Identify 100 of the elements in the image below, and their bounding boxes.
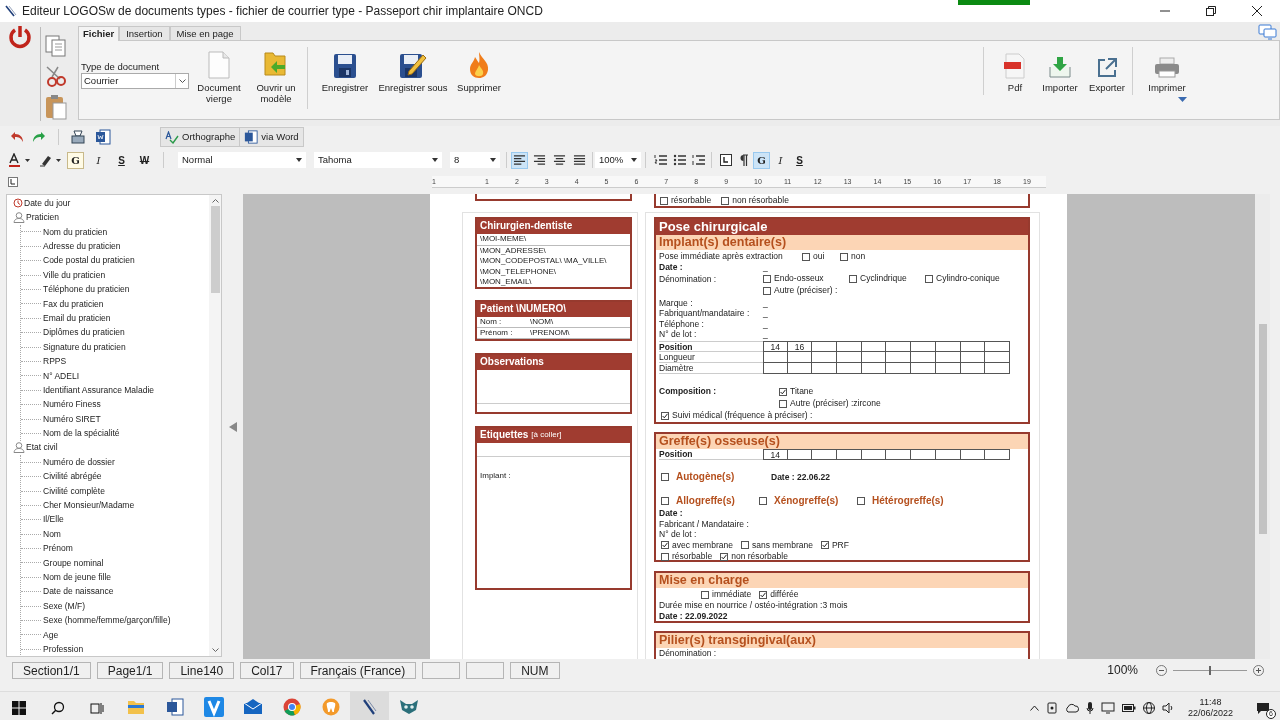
tree-item[interactable]: Sexe (M/F) <box>43 599 86 613</box>
power-icon[interactable] <box>8 25 32 49</box>
tree-item[interactable]: Numéro Finess <box>43 398 101 412</box>
redo-icon[interactable] <box>32 131 46 143</box>
mask-icon[interactable] <box>398 699 419 715</box>
tree-item[interactable]: Profession <box>43 642 84 656</box>
pilcrow-icon[interactable] <box>739 154 748 166</box>
checkbox[interactable] <box>849 274 857 283</box>
bullet-list-icon[interactable] <box>673 154 686 166</box>
checkbox[interactable] <box>759 497 767 505</box>
ribbon-button[interactable]: Importer <box>1038 41 1082 93</box>
folder-icon[interactable] <box>126 699 145 715</box>
alignment-button[interactable] <box>511 151 528 169</box>
scrollbar[interactable] <box>209 195 221 656</box>
tree-item[interactable]: Cher Monsieur/Madame <box>43 499 135 512</box>
scrollbar-thumb[interactable] <box>1258 324 1267 534</box>
search-icon[interactable] <box>50 701 65 715</box>
tree-item[interactable]: Il/Elle <box>43 513 64 527</box>
task-view-icon[interactable] <box>89 701 104 715</box>
tree-item[interactable]: Date du jour <box>7 196 209 211</box>
multilevel-list-icon[interactable] <box>692 154 705 166</box>
format-button[interactable]: G <box>67 151 84 169</box>
style-select[interactable]: Normal <box>178 152 306 168</box>
tree-item[interactable]: Date de naissance <box>43 585 114 599</box>
checkbox[interactable] <box>820 541 829 549</box>
dropdown-caret-icon[interactable] <box>25 158 30 162</box>
envelope-icon[interactable] <box>242 699 263 715</box>
checkbox[interactable] <box>661 497 669 505</box>
checkbox[interactable] <box>763 274 771 283</box>
ribbon-button[interactable]: Document vierge <box>195 41 243 104</box>
font-select[interactable]: Tahoma <box>314 152 442 168</box>
checkbox[interactable] <box>779 387 787 396</box>
tree-item[interactable]: Civilité abrégée <box>43 470 102 483</box>
checkbox[interactable] <box>840 252 848 261</box>
tree-item[interactable]: Fax du praticien <box>43 297 104 311</box>
tree-item[interactable]: Numéro de dossier <box>43 455 115 469</box>
scrollbar-thumb[interactable] <box>210 206 220 293</box>
ribbon-tab[interactable]: Mise en page <box>169 26 241 40</box>
format-button[interactable]: I <box>772 151 789 169</box>
checkbox[interactable] <box>759 590 768 599</box>
tree-item[interactable]: Age <box>43 628 59 642</box>
tree-item[interactable]: Civilité complète <box>43 484 105 498</box>
tree-item[interactable]: Téléphone du praticien <box>43 283 130 296</box>
tree-item[interactable]: RPPS <box>43 355 67 368</box>
format-button[interactable]: S <box>791 151 808 169</box>
scissors-icon[interactable] <box>44 65 68 87</box>
zoom-in-icon[interactable] <box>1253 664 1264 676</box>
tree-item[interactable]: Code postal du praticien <box>43 254 135 268</box>
chevron-tile-icon[interactable] <box>203 697 224 717</box>
checkbox[interactable] <box>925 274 933 283</box>
windows-start-icon[interactable] <box>12 701 26 715</box>
tree-item[interactable]: Adresse du praticien <box>43 240 121 253</box>
tree-item[interactable]: Signature du praticien <box>43 340 126 354</box>
slash-logo-icon[interactable] <box>361 699 378 715</box>
spell-check-button[interactable]: Orthographe <box>161 128 241 146</box>
microphone-icon[interactable] <box>1085 702 1094 714</box>
numbered-list-icon[interactable] <box>654 154 667 166</box>
font-color-icon[interactable] <box>8 153 22 167</box>
tree-item[interactable]: Nom de jeune fille <box>43 570 112 584</box>
document-type-select[interactable]: Courrier <box>81 73 189 89</box>
ribbon-button[interactable]: Ouvrir un modèle <box>251 41 301 104</box>
ribbon-button[interactable]: Imprimer <box>1145 41 1189 102</box>
ribbon-tab[interactable]: Fichier <box>78 26 120 41</box>
tree-item[interactable]: Etat civil <box>7 440 209 456</box>
tree-item[interactable]: Nom <box>43 527 61 541</box>
clock[interactable]: 11:48 22/06/2022 <box>1187 697 1233 719</box>
ribbon-button[interactable]: Enregistrer <box>320 41 370 93</box>
checkbox[interactable] <box>857 497 865 505</box>
tree-item[interactable]: Nom de la spécialité <box>43 427 120 440</box>
dropdown-caret-icon[interactable] <box>56 158 61 162</box>
tree-item[interactable]: Ville du praticien <box>43 268 106 282</box>
ribbon-tab[interactable]: Insertion <box>119 26 170 40</box>
tree-item[interactable]: Sexe (homme/femme/garçon/fille) <box>43 614 171 627</box>
checkbox[interactable] <box>660 196 668 205</box>
undo-icon[interactable] <box>10 131 24 143</box>
zoom-select[interactable]: 100% <box>595 152 641 168</box>
checkbox[interactable] <box>740 541 749 549</box>
checkbox[interactable] <box>661 411 669 420</box>
checkbox[interactable] <box>779 399 787 408</box>
tree-item[interactable]: Nom du praticien <box>43 225 108 239</box>
tree-item[interactable]: Praticien <box>7 210 209 225</box>
checkbox[interactable] <box>720 552 729 561</box>
speaker-icon[interactable] <box>1161 702 1175 714</box>
globe-icon[interactable] <box>1142 702 1155 714</box>
monitor-icon[interactable] <box>1100 702 1115 714</box>
tree-item[interactable]: Email du praticien <box>43 311 111 325</box>
scrollbar[interactable] <box>1255 194 1270 659</box>
chevron-down-icon[interactable] <box>211 648 219 652</box>
checkbox[interactable] <box>661 473 669 481</box>
tree-item[interactable]: Groupe nominal <box>43 556 104 570</box>
zoom-slider[interactable] <box>1173 665 1247 675</box>
format-button[interactable]: G <box>753 151 770 169</box>
checkbox[interactable] <box>661 552 669 561</box>
format-button[interactable]: I <box>90 151 107 169</box>
chevron-up-icon[interactable] <box>1029 705 1039 711</box>
document-icon[interactable] <box>95 129 111 145</box>
dropdown-caret-icon[interactable] <box>1177 97 1187 102</box>
tab-stop-icon[interactable] <box>720 154 732 166</box>
format-button[interactable]: S <box>113 151 130 169</box>
document-icon[interactable] <box>165 698 184 716</box>
